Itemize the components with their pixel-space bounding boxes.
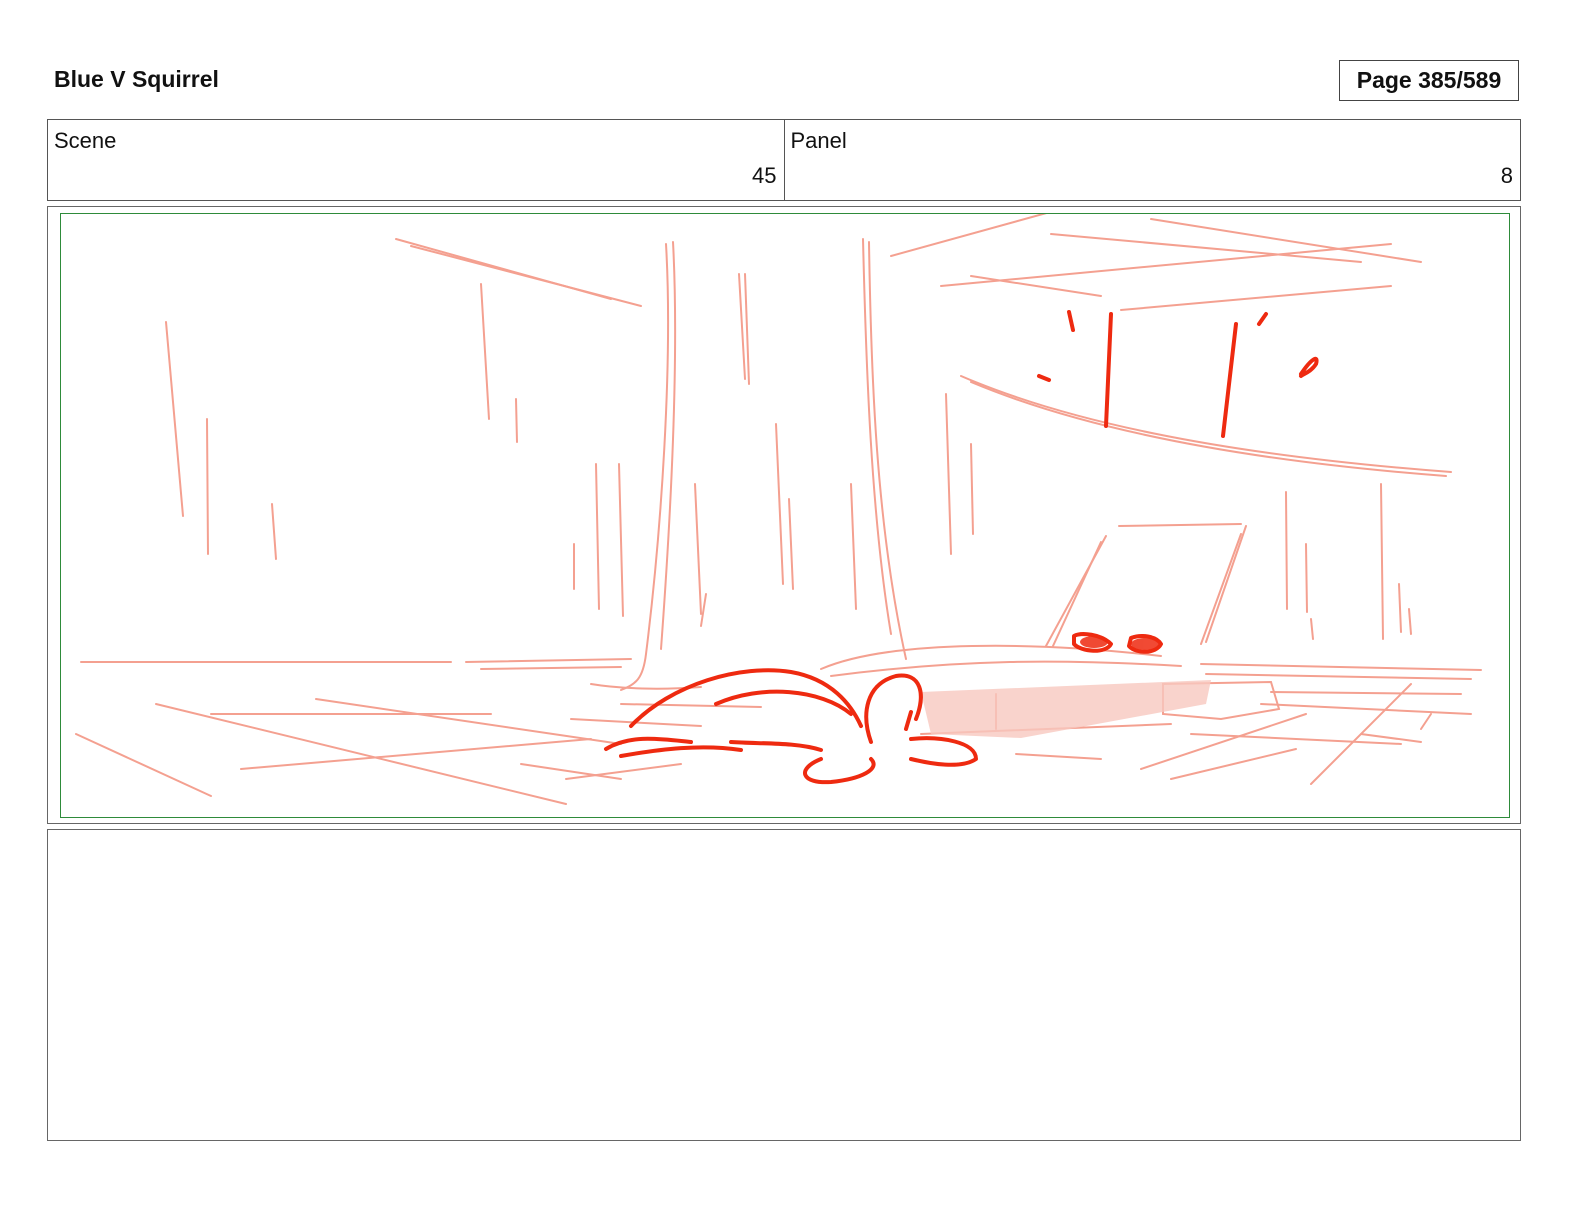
panel-cell: Panel 8 bbox=[783, 120, 1521, 200]
panel-label: Panel bbox=[790, 128, 847, 153]
storyboard-sketch bbox=[75, 214, 1482, 805]
panel-image bbox=[60, 213, 1510, 818]
page-number: Page 385/589 bbox=[1339, 60, 1519, 101]
scene-number: 45 bbox=[752, 163, 777, 188]
panel-number: 8 bbox=[1500, 163, 1513, 188]
document-title: Blue V Squirrel bbox=[54, 66, 219, 92]
scene-cell: Scene 45 bbox=[48, 120, 784, 200]
scene-panel-info: Scene 45 Panel 8 bbox=[47, 119, 1521, 201]
notes-area[interactable] bbox=[47, 829, 1521, 1141]
scene-label: Scene bbox=[54, 128, 117, 153]
panel-image-frame bbox=[47, 206, 1521, 824]
